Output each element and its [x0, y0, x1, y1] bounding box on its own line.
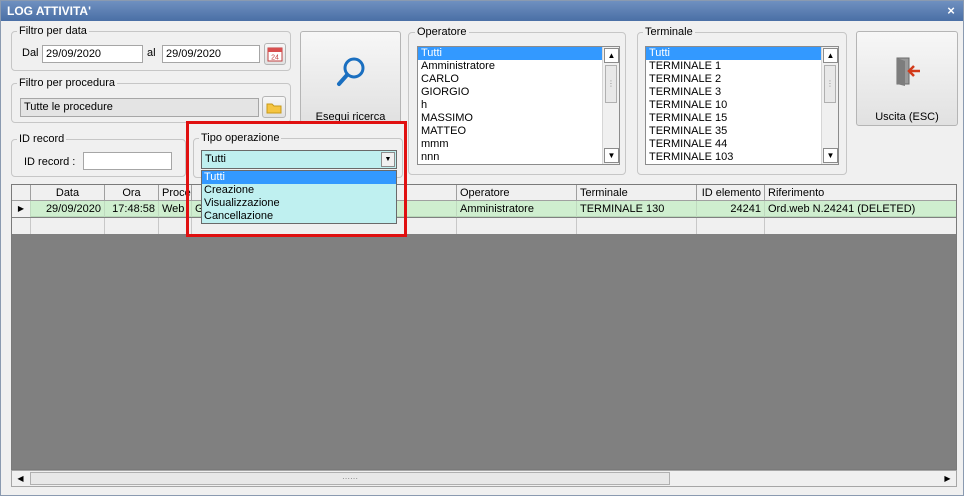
terminal-item[interactable]: TERMINALE 1 [646, 60, 838, 73]
operator-item[interactable]: Tutti [418, 47, 619, 60]
grid-hscrollbar[interactable]: ◀ ⋯⋯ ▶ [11, 470, 957, 487]
hscroll-thumb[interactable]: ⋯⋯ [30, 472, 670, 485]
terminal-item[interactable]: TERMINALE 15 [646, 112, 838, 125]
scroll-down-icon[interactable]: ▼ [823, 148, 838, 163]
folder-icon [266, 103, 282, 114]
date-to-field[interactable]: 29/09/2020 [162, 45, 260, 63]
highlight-box [186, 121, 407, 237]
new-row[interactable] [12, 218, 956, 234]
column-header-terminale[interactable]: Terminale [577, 185, 697, 201]
column-header-data[interactable]: Data [31, 185, 105, 201]
column-header-operatore[interactable]: Operatore [457, 185, 577, 201]
scroll-thumb[interactable]: ⋮ [605, 65, 617, 103]
operator-legend: Operatore [415, 26, 469, 39]
date-filter-legend: Filtro per data [17, 25, 89, 38]
operator-item[interactable]: CARLO [418, 73, 619, 86]
operator-item[interactable]: h [418, 99, 619, 112]
search-button[interactable]: Esegui ricerca [300, 31, 401, 123]
exit-door-icon [896, 57, 920, 86]
terminal-legend: Terminale [643, 26, 695, 39]
operator-item[interactable]: Amministratore [418, 60, 619, 73]
operator-item[interactable]: GIORGIO [418, 86, 619, 99]
calendar-icon: 24 [267, 47, 283, 62]
date-from-label: Dal [22, 47, 39, 59]
scroll-up-icon[interactable]: ▲ [604, 48, 619, 63]
procedure-field[interactable]: Tutte le procedure [20, 98, 259, 117]
close-icon[interactable]: × [945, 1, 957, 21]
log-grid[interactable]: Data Ora Procedura Operatore Terminale I… [11, 184, 957, 470]
window-title: LOG ATTIVITA' [7, 4, 91, 18]
row-indicator-icon: ▶ [12, 201, 31, 217]
terminal-item[interactable]: TERMINALE 103 [646, 151, 838, 164]
calendar-button[interactable]: 24 [264, 43, 286, 65]
new-row-cell[interactable] [577, 218, 697, 234]
cell-ora[interactable]: 17:48:58 [105, 201, 159, 217]
procedure-filter-legend: Filtro per procedura [17, 77, 117, 90]
operator-listbox[interactable]: Tutti Amministratore CARLO GIORGIO h MAS… [417, 46, 620, 165]
id-record-legend: ID record [17, 133, 67, 146]
new-row-cell[interactable] [697, 218, 765, 234]
terminal-item[interactable]: TERMINALE 35 [646, 125, 838, 138]
operator-scrollbar[interactable]: ▲ ⋮ ▼ [602, 47, 619, 164]
cell-riferimento[interactable]: Ord.web N.24241 (DELETED) [765, 201, 956, 217]
title-bar: LOG ATTIVITA' [1, 1, 963, 21]
scroll-left-icon[interactable]: ◀ [13, 472, 28, 485]
log-window: LOG ATTIVITA' × Filtro per data Dal 29/0… [0, 0, 964, 496]
terminal-item[interactable]: TERMINALE 44 [646, 138, 838, 151]
svg-text:24: 24 [271, 55, 279, 62]
terminal-item[interactable]: Tutti [646, 47, 838, 60]
date-from-field[interactable]: 29/09/2020 [42, 45, 143, 63]
terminal-item[interactable]: TERMINALE 2 [646, 73, 838, 86]
operator-item[interactable]: MASSIMO [418, 112, 619, 125]
scroll-thumb[interactable]: ⋮ [824, 65, 836, 103]
cell-id-elemento[interactable]: 24241 [697, 201, 765, 217]
column-header-riferimento[interactable]: Riferimento [765, 185, 956, 201]
date-to-label: al [147, 47, 156, 59]
procedure-browse-button[interactable] [262, 96, 286, 118]
cell-terminale[interactable]: TERMINALE 130 [577, 201, 697, 217]
scroll-right-icon[interactable]: ▶ [940, 472, 955, 485]
id-record-field[interactable] [83, 152, 172, 170]
grid-corner [12, 185, 31, 201]
operator-item[interactable]: nnn [418, 151, 619, 164]
table-row[interactable]: ▶ 29/09/2020 17:48:58 Web G Amministrato… [12, 201, 956, 217]
scroll-up-icon[interactable]: ▲ [823, 48, 838, 63]
new-row-cell[interactable] [105, 218, 159, 234]
column-header-id-elemento[interactable]: ID elemento [697, 185, 765, 201]
exit-button[interactable]: Uscita (ESC) [856, 31, 958, 126]
scroll-down-icon[interactable]: ▼ [604, 148, 619, 163]
new-row-cell[interactable] [31, 218, 105, 234]
grid-header: Data Ora Procedura Operatore Terminale I… [12, 185, 956, 201]
new-row-indicator [12, 218, 31, 234]
magnifier-icon [337, 57, 365, 86]
new-row-cell[interactable] [457, 218, 577, 234]
id-record-label: ID record : [24, 156, 76, 168]
terminal-item[interactable]: TERMINALE 3 [646, 86, 838, 99]
terminal-scrollbar[interactable]: ▲ ⋮ ▼ [821, 47, 838, 164]
operator-item[interactable]: MATTEO [418, 125, 619, 138]
exit-button-label: Uscita (ESC) [875, 111, 939, 123]
operator-item[interactable]: mmm [418, 138, 619, 151]
terminal-item[interactable]: TERMINALE 10 [646, 99, 838, 112]
terminal-listbox[interactable]: Tutti TERMINALE 1 TERMINALE 2 TERMINALE … [645, 46, 839, 165]
cell-data[interactable]: 29/09/2020 [31, 201, 105, 217]
column-header-ora[interactable]: Ora [105, 185, 159, 201]
cell-operatore[interactable]: Amministratore [457, 201, 577, 217]
